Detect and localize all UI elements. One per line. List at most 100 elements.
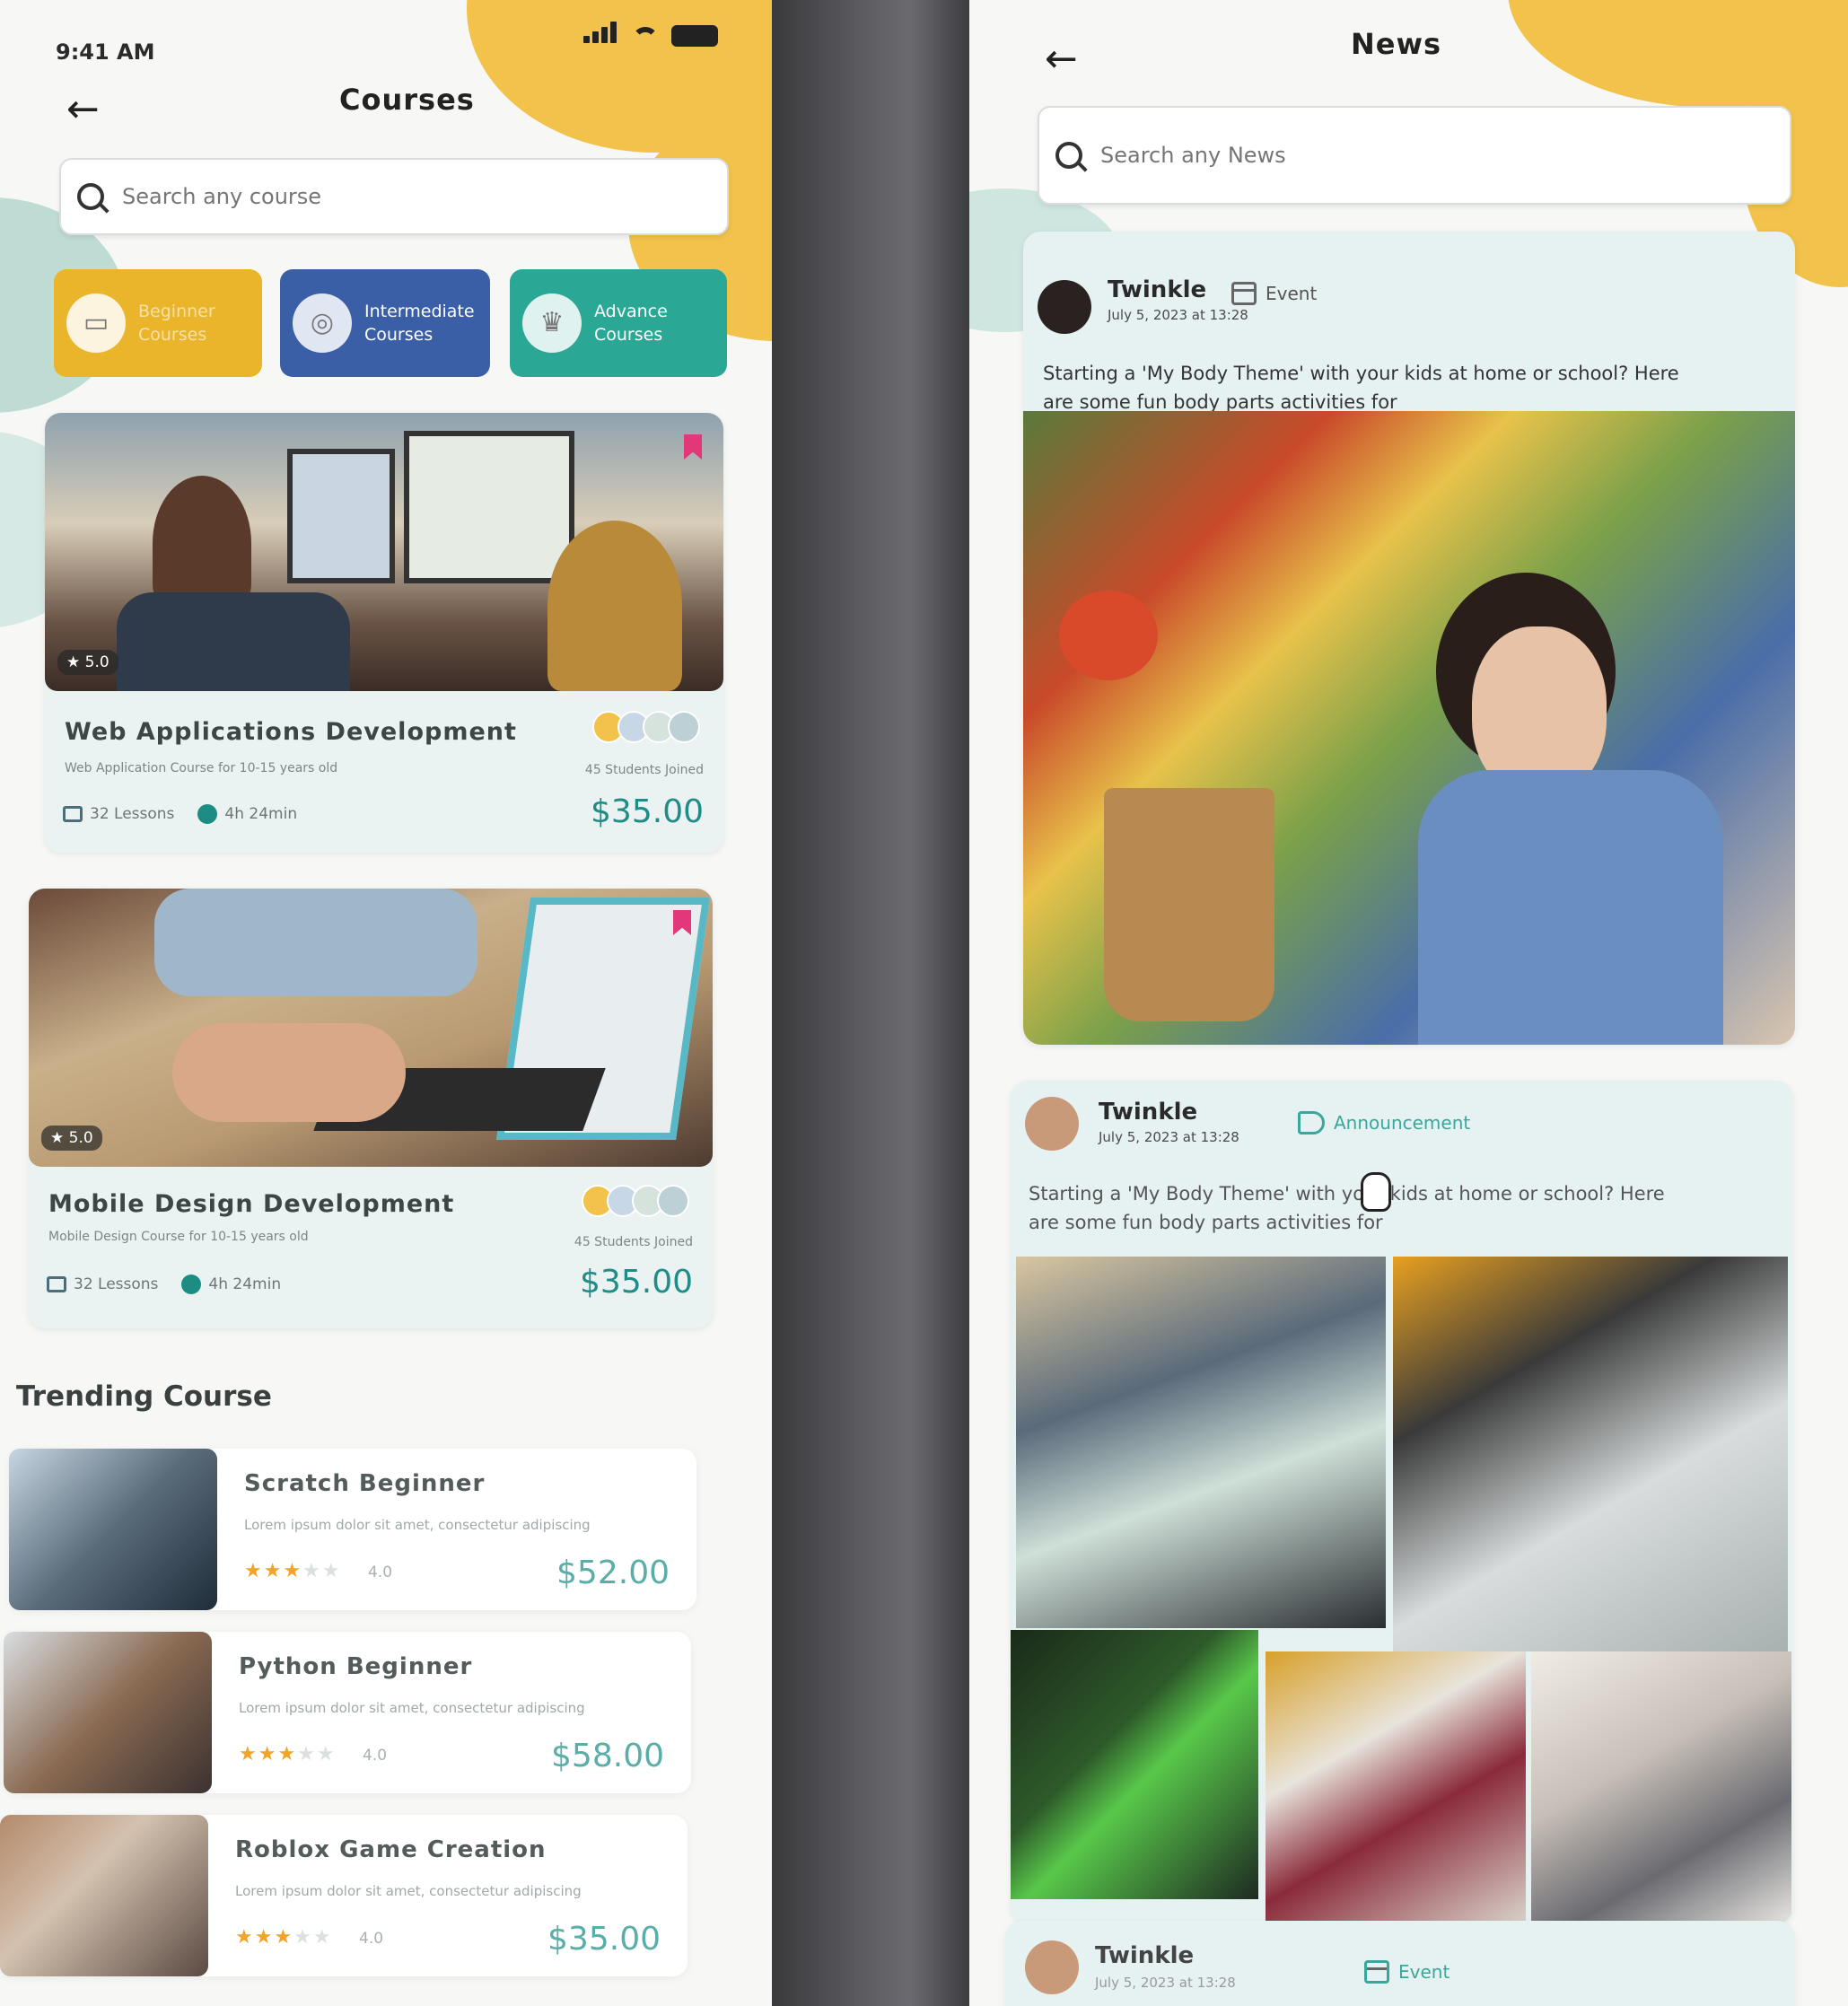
post-date: July 5, 2023 at 13:28 bbox=[1099, 1129, 1239, 1145]
news-post[interactable]: Twinkle July 5, 2023 at 13:28 Event Star… bbox=[1023, 232, 1795, 1045]
category-intermediate[interactable]: ◎ Intermediate Courses bbox=[280, 269, 490, 377]
avatar bbox=[668, 711, 700, 743]
students-joined: 45 Students Joined bbox=[584, 763, 704, 777]
students-joined: 45 Students Joined bbox=[574, 1235, 693, 1249]
clock-icon bbox=[181, 1275, 202, 1294]
clock-icon bbox=[197, 804, 218, 824]
course-search-bar[interactable] bbox=[59, 158, 729, 235]
course-meta: 32 Lessons 4h 24min bbox=[47, 1275, 281, 1294]
post-text: Starting a 'My Body Theme' with your kid… bbox=[1029, 1183, 1665, 1233]
post-text: Starting a 'My Body Theme' with your kid… bbox=[1043, 363, 1679, 413]
course-duration: 4h 24min bbox=[208, 1275, 282, 1293]
post-tag: Announcement bbox=[1298, 1111, 1470, 1134]
course-thumbnail bbox=[9, 1449, 217, 1610]
search-icon bbox=[1055, 142, 1082, 169]
post-author: Twinkle bbox=[1095, 1942, 1195, 1969]
post-date: July 5, 2023 at 13:28 bbox=[1108, 307, 1248, 323]
book-icon: ▭ bbox=[66, 293, 126, 353]
course-duration: 4h 24min bbox=[224, 805, 298, 823]
calendar-icon bbox=[1231, 282, 1257, 305]
background-gap bbox=[772, 0, 969, 2006]
hand-cursor-icon bbox=[1361, 1172, 1391, 1212]
author-avatar bbox=[1025, 1097, 1079, 1151]
news-post[interactable]: Twinkle July 5, 2023 at 13:28 Event bbox=[1005, 1921, 1795, 2006]
section-title: Trending Course bbox=[16, 1380, 272, 1413]
lessons-count: 32 Lessons bbox=[90, 805, 175, 823]
trending-title: Python Beginner bbox=[239, 1653, 473, 1680]
course-price: $35.00 bbox=[591, 793, 704, 830]
search-input[interactable] bbox=[122, 184, 727, 209]
status-bar: 9:41 AM bbox=[56, 22, 736, 66]
course-card[interactable]: ★ 5.0 Mobile Design Development Mobile D… bbox=[29, 889, 713, 1328]
medal-icon: ◎ bbox=[293, 293, 352, 353]
course-thumbnail bbox=[4, 1632, 212, 1793]
news-post[interactable]: Twinkle July 5, 2023 at 13:28 Announceme… bbox=[1011, 1081, 1793, 1924]
course-image: ★ 5.0 bbox=[29, 889, 713, 1167]
category-beginner[interactable]: ▭ Beginner Courses bbox=[54, 269, 262, 377]
calendar-icon bbox=[1364, 1960, 1389, 1984]
tag-label: Announcement bbox=[1334, 1112, 1471, 1134]
page-title: Courses bbox=[339, 83, 475, 117]
post-tag: Event bbox=[1231, 282, 1317, 305]
status-icons bbox=[583, 22, 718, 47]
post-photo[interactable] bbox=[1011, 1630, 1258, 1899]
back-arrow-icon[interactable]: ← bbox=[1045, 36, 1078, 82]
post-photo[interactable] bbox=[1016, 1257, 1386, 1628]
post-author: Twinkle bbox=[1099, 1099, 1198, 1126]
rating-value: 4.0 bbox=[368, 1564, 393, 1581]
rating-value: 4.0 bbox=[363, 1747, 388, 1765]
course-title: Mobile Design Development bbox=[48, 1190, 455, 1218]
post-photo[interactable] bbox=[1023, 411, 1795, 1045]
status-time: 9:41 AM bbox=[56, 39, 155, 65]
bookmark-icon[interactable] bbox=[684, 434, 702, 460]
post-date: July 5, 2023 at 13:28 bbox=[1095, 1975, 1236, 1991]
trending-desc: Lorem ipsum dolor sit amet, consectetur … bbox=[244, 1517, 591, 1533]
post-photo[interactable] bbox=[1531, 1651, 1791, 1924]
course-subtitle: Mobile Design Course for 10-15 years old bbox=[48, 1230, 309, 1244]
wifi-icon bbox=[632, 27, 659, 47]
search-icon bbox=[77, 183, 104, 210]
category-label: Intermediate Courses bbox=[364, 302, 475, 345]
course-thumbnail bbox=[0, 1815, 208, 1976]
star-rating: ★★★★★ bbox=[235, 1926, 333, 1949]
trending-course-item[interactable]: Scratch Beginner Lorem ipsum dolor sit a… bbox=[9, 1449, 696, 1610]
student-avatars bbox=[592, 711, 700, 743]
post-author: Twinkle bbox=[1108, 276, 1207, 303]
news-search-bar[interactable] bbox=[1038, 106, 1791, 205]
lesson-icon bbox=[63, 806, 83, 822]
category-advance[interactable]: ♛ Advance Courses bbox=[510, 269, 727, 377]
rating-badge: ★ 5.0 bbox=[57, 650, 118, 675]
course-subtitle: Web Application Course for 10-15 years o… bbox=[65, 761, 338, 775]
trending-price: $35.00 bbox=[547, 1921, 661, 1958]
student-avatars bbox=[582, 1185, 689, 1217]
author-avatar bbox=[1038, 280, 1091, 334]
category-label: Advance Courses bbox=[594, 302, 668, 345]
course-price: $35.00 bbox=[580, 1264, 693, 1301]
search-input[interactable] bbox=[1100, 143, 1790, 168]
trending-title: Scratch Beginner bbox=[244, 1470, 486, 1497]
back-arrow-icon[interactable]: ← bbox=[66, 86, 100, 132]
trending-desc: Lorem ipsum dolor sit amet, consectetur … bbox=[239, 1700, 585, 1716]
trending-price: $58.00 bbox=[551, 1738, 664, 1774]
rating-badge: ★ 5.0 bbox=[41, 1126, 102, 1151]
star-rating: ★★★★★ bbox=[239, 1743, 337, 1765]
trophy-icon: ♛ bbox=[522, 293, 582, 353]
page-title: News bbox=[1351, 27, 1442, 61]
trending-course-item[interactable]: Roblox Game Creation Lorem ipsum dolor s… bbox=[0, 1815, 688, 1976]
course-title: Web Applications Development bbox=[65, 718, 517, 746]
courses-screen: 9:41 AM ← Courses ▭ BeginnerCourses ◎ In… bbox=[0, 0, 772, 2006]
course-card[interactable]: ★ 5.0 Web Applications Development Web A… bbox=[45, 413, 723, 853]
category-label: Beginner Courses bbox=[138, 302, 215, 345]
post-photo[interactable] bbox=[1266, 1651, 1526, 1921]
post-photo[interactable] bbox=[1393, 1257, 1788, 1651]
signal-icon bbox=[583, 22, 619, 47]
trending-course-item[interactable]: Python Beginner Lorem ipsum dolor sit am… bbox=[4, 1632, 691, 1793]
tag-label: Event bbox=[1266, 283, 1318, 304]
post-tag: Event bbox=[1364, 1960, 1449, 1984]
trending-price: $52.00 bbox=[556, 1555, 670, 1591]
rating-value: 4.0 bbox=[359, 1930, 384, 1948]
trending-desc: Lorem ipsum dolor sit amet, consectetur … bbox=[235, 1883, 582, 1899]
avatar bbox=[657, 1185, 689, 1217]
news-screen: ← News Twinkle July 5, 2023 at 13:28 Eve… bbox=[969, 0, 1848, 2006]
megaphone-icon bbox=[1298, 1111, 1325, 1134]
